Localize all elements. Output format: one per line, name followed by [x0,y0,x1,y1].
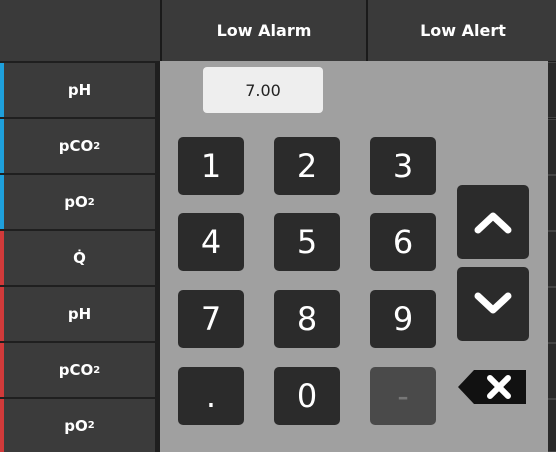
row-label-ph-2: pH [0,287,155,341]
value-display[interactable]: 7.00 [203,67,323,113]
header-corner [0,0,160,61]
column-header-low-alert: Low Alert [366,0,556,61]
row-label-po2-1: pO 2 [0,175,155,229]
row-label-ph-1: pH [0,63,155,117]
decrement-button[interactable] [457,267,529,341]
row-label-pco2-1: pCO 2 [0,119,155,173]
key-8[interactable]: 8 [274,290,340,348]
backspace-button[interactable] [454,366,530,408]
key-0[interactable]: 0 [274,367,340,425]
key-6[interactable]: 6 [370,213,436,271]
column-header-low-alarm: Low Alarm [160,0,366,61]
chevron-down-icon [474,292,512,314]
row-label-text: pO [64,193,88,211]
row-label-text: Q̇ [73,249,86,267]
key-7[interactable]: 7 [178,290,244,348]
backspace-icon [458,370,526,404]
key-1[interactable]: 1 [178,137,244,195]
row-label-text: pH [67,81,92,99]
row-label-text: pCO [58,137,94,155]
row-label-sub: 2 [93,364,101,376]
key-4[interactable]: 4 [178,213,244,271]
row-label-sub: 2 [87,420,95,431]
key-2[interactable]: 2 [274,137,340,195]
row-label-pco2-2: pCO 2 [0,343,155,397]
row-label-text: pO [64,416,88,435]
row-label-sub: 2 [93,140,101,152]
key-3[interactable]: 3 [370,137,436,195]
increment-button[interactable] [457,185,529,259]
key-minus[interactable]: - [370,367,436,425]
row-label-text: pH [67,305,92,323]
row-label-text: pCO [58,361,94,379]
numeric-keypad: 7.00 1 2 3 4 5 6 7 8 9 . 0 - [160,61,548,452]
row-label-po2-2: pO 2 [0,399,155,452]
row-label-flow: Q̇ [0,231,155,285]
key-decimal[interactable]: . [178,367,244,425]
key-5[interactable]: 5 [274,213,340,271]
key-9[interactable]: 9 [370,290,436,348]
row-label-sub: 2 [87,196,95,208]
chevron-up-icon [474,212,512,234]
